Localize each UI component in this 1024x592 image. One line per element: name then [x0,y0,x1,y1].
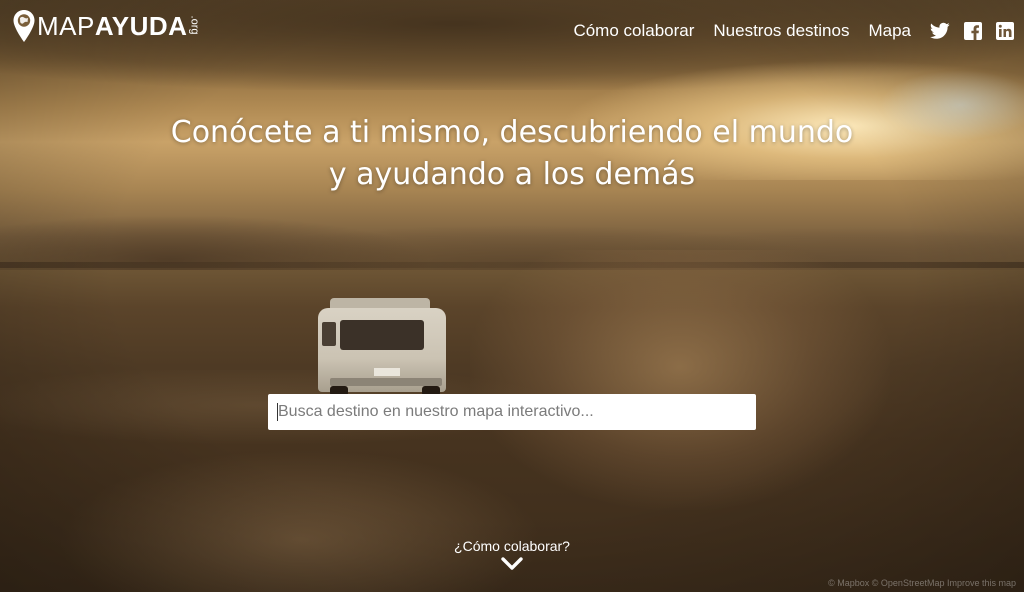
vignette [0,0,1024,592]
logo[interactable]: MAP AYUDA .org [12,8,204,44]
como-colaborar-link[interactable]: ¿Cómo colaborar? [0,538,1024,554]
headline-line-2: y ayudando a los demás [328,157,696,192]
logo-text-ayuda: AYUDA [94,10,188,41]
map-attribution[interactable]: © Mapbox © OpenStreetMap Improve this ma… [828,578,1016,588]
hero-background [0,0,1024,592]
logo-text-map: MAP [37,10,95,41]
twitter-icon[interactable] [930,22,950,40]
logo-text-org: .org [188,15,201,35]
map-pin-icon [13,10,35,42]
nav-link-nuestros-destinos[interactable]: Nuestros destinos [713,21,849,41]
main-nav: Cómo colaborar Nuestros destinos Mapa [573,18,1014,44]
chevron-down-icon[interactable] [501,556,523,572]
facebook-icon[interactable] [964,22,982,40]
nav-link-mapa[interactable]: Mapa [868,21,911,41]
linkedin-icon[interactable] [996,22,1014,40]
nav-link-como-colaborar[interactable]: Cómo colaborar [573,21,694,41]
text-caret [277,403,278,421]
social-links [930,22,1014,40]
hero-headline: Conócete a ti mismo, descubriendo el mun… [0,112,1024,196]
destination-search-input[interactable] [268,394,756,430]
headline-line-1: Conócete a ti mismo, descubriendo el mun… [170,115,854,150]
